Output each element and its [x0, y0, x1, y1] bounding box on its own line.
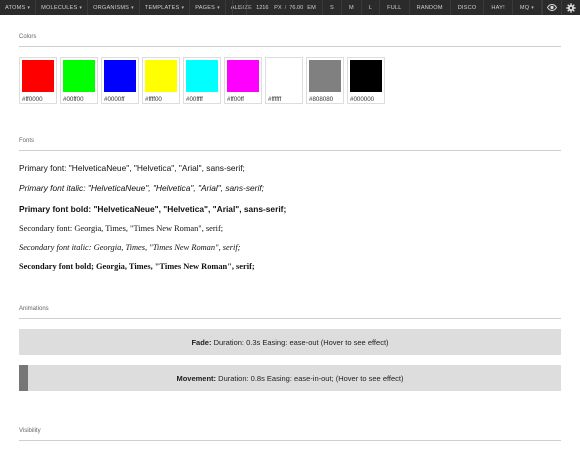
movement-label: Movement:: [176, 373, 217, 383]
color-chip: [227, 60, 259, 92]
divider: [19, 46, 561, 47]
font-sample-secondary-italic: Secondary font italic: Georgia, Times, "…: [19, 243, 241, 253]
color-hex: #808080: [309, 96, 334, 103]
fade-description: Duration: 0.3s Easing: ease-out (Hover t…: [211, 337, 389, 347]
color-hex: #ffffff: [268, 96, 282, 103]
nav-atoms-label: ATOMS: [5, 4, 26, 11]
nav-pages-label: PAGES: [195, 4, 216, 11]
color-swatch: #ff0000: [19, 57, 57, 104]
movement-demo[interactable]: Movement: Duration: 0.8s Easing: ease-in…: [19, 365, 561, 391]
eye-icon[interactable]: [542, 0, 561, 15]
caret-down-icon: ▾: [27, 4, 31, 11]
color-chip: [104, 60, 136, 92]
gear-icon[interactable]: [561, 0, 580, 15]
caret-down-icon: ▾: [131, 4, 134, 11]
size-full-button[interactable]: FULL: [380, 0, 410, 15]
size-medium-button[interactable]: M: [342, 0, 362, 15]
size-disco-button[interactable]: DISCO: [451, 0, 485, 15]
color-chip: [63, 60, 95, 92]
nav-organisms[interactable]: ORGANISMS ▾: [88, 0, 140, 15]
animations-section: Animations Fade: Duration: 0.3s Easing: …: [19, 306, 561, 391]
color-swatch: #000000: [347, 57, 385, 104]
section-title-visibility: Visibility: [19, 428, 41, 434]
color-swatch: #ffffff: [265, 57, 303, 104]
color-hex: #0000ff: [104, 96, 125, 103]
divider: [19, 150, 561, 151]
color-chip: [350, 60, 382, 92]
movement-handle: [19, 365, 28, 391]
nav-molecules[interactable]: MOLECULES ▾: [36, 0, 89, 15]
font-samples: Primary font: "HelveticaNeue", "Helvetic…: [19, 163, 561, 271]
divider: [19, 440, 561, 441]
fonts-section: Fonts Primary font: "HelveticaNeue", "He…: [19, 138, 561, 282]
size-em-unit: EM: [307, 4, 317, 11]
mq-dropdown[interactable]: MQ ▾: [513, 0, 542, 15]
pattern-nav: ATOMS ▾ MOLECULES ▾ ORGANISMS ▾ TEMPLATES ▾ …: [0, 0, 248, 15]
nav-pages[interactable]: PAGES ▾: [190, 0, 226, 15]
pattern-lab-toolbar: ATOMS ▾ MOLECULES ▾ ORGANISMS ▾ TEMPLATES ▾ …: [0, 0, 580, 15]
size-random-button[interactable]: RANDOM: [410, 0, 451, 15]
color-hex: #ffff00: [145, 96, 162, 103]
color-swatch: #00ff00: [60, 57, 98, 104]
fade-demo[interactable]: Fade: Duration: 0.3s Easing: ease-out (H…: [19, 329, 561, 355]
colors-section: Colors #ff0000 #00ff00 #0000ff #ffff00 #…: [19, 34, 561, 104]
color-swatch: #00ffff: [183, 57, 221, 104]
font-sample-secondary-bold: Secondary font bold; Georgia, Times, "Ti…: [19, 262, 255, 272]
color-swatch: #ff00ff: [224, 57, 262, 104]
nav-organisms-label: ORGANISMS: [93, 4, 130, 11]
size-controls: SIZE PX / EM: [231, 0, 324, 15]
caret-down-icon: ▾: [79, 4, 83, 11]
fade-demo-text: Fade: Duration: 0.3s Easing: ease-out (H…: [191, 338, 388, 347]
color-chip: [309, 60, 341, 92]
section-title-colors: Colors: [19, 34, 37, 40]
color-hex: #ff0000: [22, 96, 43, 103]
caret-down-icon: ▾: [217, 4, 220, 11]
nav-templates-label: TEMPLATES: [144, 4, 180, 11]
color-swatch: #808080: [306, 57, 344, 104]
font-sample-primary-italic: Primary font italic: "HelveticaNeue", "H…: [19, 183, 264, 194]
color-hex: #ff00ff: [227, 96, 244, 103]
caret-down-icon: ▾: [181, 4, 185, 11]
divider: [19, 318, 561, 319]
section-title-animations: Animations: [19, 306, 49, 312]
size-separator: /: [282, 4, 289, 11]
color-hex: #00ff00: [63, 96, 84, 103]
size-hay-button[interactable]: HAY!: [484, 0, 513, 15]
nav-atoms[interactable]: ATOMS ▾: [0, 0, 37, 15]
size-label: SIZE: [238, 4, 253, 11]
size-px-input[interactable]: [256, 3, 275, 12]
size-px-unit: PX: [274, 4, 282, 11]
visibility-section: Visibility: [19, 428, 561, 441]
viewport-controls: SIZE PX / EM S M L FULL RANDOM DISCO HAY…: [231, 0, 580, 15]
caret-down-icon: ▾: [531, 4, 534, 11]
color-swatches: #ff0000 #00ff00 #0000ff #ffff00 #00ffff …: [19, 57, 561, 104]
color-swatch: #0000ff: [101, 57, 139, 104]
size-large-button[interactable]: L: [362, 0, 381, 15]
color-chip: [186, 60, 218, 92]
fade-label: Fade:: [191, 337, 212, 347]
font-sample-secondary: Secondary font: Georgia, Times, "Times N…: [19, 223, 224, 233]
nav-molecules-label: MOLECULES: [41, 4, 78, 11]
movement-demo-text: Movement: Duration: 0.8s Easing: ease-in…: [176, 374, 403, 383]
color-swatch: #ffff00: [142, 57, 180, 104]
font-sample-primary-bold: Primary font bold: "HelveticaNeue", "Hel…: [19, 203, 287, 214]
nav-templates[interactable]: TEMPLATES ▾: [140, 0, 191, 15]
size-small-button[interactable]: S: [323, 0, 342, 15]
color-chip: [268, 60, 300, 92]
font-sample-primary: Primary font: "HelveticaNeue", "Helvetic…: [19, 163, 245, 173]
color-hex: #00ffff: [186, 96, 203, 103]
color-chip: [22, 60, 54, 92]
mq-label: MQ: [519, 4, 530, 11]
movement-description: Duration: 0.8s Easing: ease-in-out; (Hov…: [216, 373, 404, 383]
color-chip: [145, 60, 177, 92]
size-em-input[interactable]: [289, 3, 308, 12]
section-title-fonts: Fonts: [19, 138, 35, 144]
color-hex: #000000: [350, 96, 375, 103]
